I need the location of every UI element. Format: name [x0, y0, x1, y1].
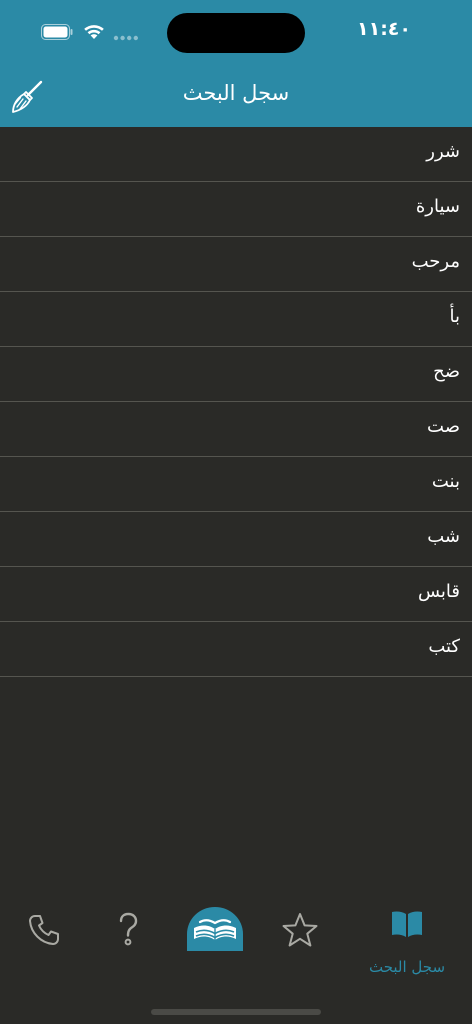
open-book-dome-icon	[187, 907, 243, 951]
clear-history-button[interactable]	[8, 78, 46, 116]
search-history-list: شرر سيارة مرحب بأ ضح صت بنت شب قابس كتب	[0, 127, 472, 677]
tab-help[interactable]	[106, 906, 150, 954]
tab-dictionary[interactable]	[186, 906, 244, 952]
history-item[interactable]: ضح	[0, 347, 472, 402]
history-item[interactable]: مرحب	[0, 237, 472, 292]
cellular-signal-icon	[113, 35, 138, 41]
history-item-text: شب	[427, 526, 460, 547]
history-item-text: ضح	[433, 361, 460, 382]
status-time: ١١:٤٠	[357, 18, 411, 40]
wifi-icon	[84, 25, 104, 39]
battery-icon	[41, 24, 73, 40]
home-indicator	[151, 1009, 321, 1015]
history-item[interactable]: سيارة	[0, 182, 472, 237]
header: ١١:٤٠ سجل البحث	[0, 0, 472, 127]
history-item-text: بأ	[449, 306, 461, 327]
tab-search-history-label: سجل البحث	[368, 958, 446, 976]
history-item-text: بنت	[431, 471, 460, 492]
history-item[interactable]: بأ	[0, 292, 472, 347]
history-item[interactable]: شب	[0, 512, 472, 567]
phone-icon	[29, 915, 59, 945]
screen: ١١:٤٠ سجل البحث شرر سيارة مرحب بأ ضح صت …	[0, 0, 472, 1024]
history-item[interactable]: كتب	[0, 622, 472, 677]
dynamic-island	[167, 13, 305, 53]
history-item-text: قابس	[417, 581, 460, 602]
nav-bar: سجل البحث	[0, 64, 472, 127]
tab-favorites[interactable]	[278, 908, 322, 952]
tab-contact[interactable]	[22, 908, 66, 952]
page-title: سجل البحث	[182, 81, 290, 105]
star-icon	[282, 913, 318, 947]
question-icon	[119, 912, 138, 946]
tab-bar: سجل البحث	[0, 890, 472, 990]
history-item[interactable]: شرر	[0, 127, 472, 182]
status-bar: ١١:٤٠	[0, 0, 472, 64]
history-item[interactable]: صت	[0, 402, 472, 457]
broom-icon	[12, 80, 43, 113]
history-item-text: صت	[427, 416, 460, 437]
history-item-text: مرحب	[411, 251, 460, 272]
history-item-text: سيارة	[415, 196, 460, 217]
history-item-text: شرر	[426, 141, 460, 162]
history-item[interactable]: قابس	[0, 567, 472, 622]
history-item-text: كتب	[428, 636, 460, 657]
tab-search-history[interactable]	[386, 906, 428, 942]
history-item[interactable]: بنت	[0, 457, 472, 512]
book-icon	[392, 911, 422, 937]
